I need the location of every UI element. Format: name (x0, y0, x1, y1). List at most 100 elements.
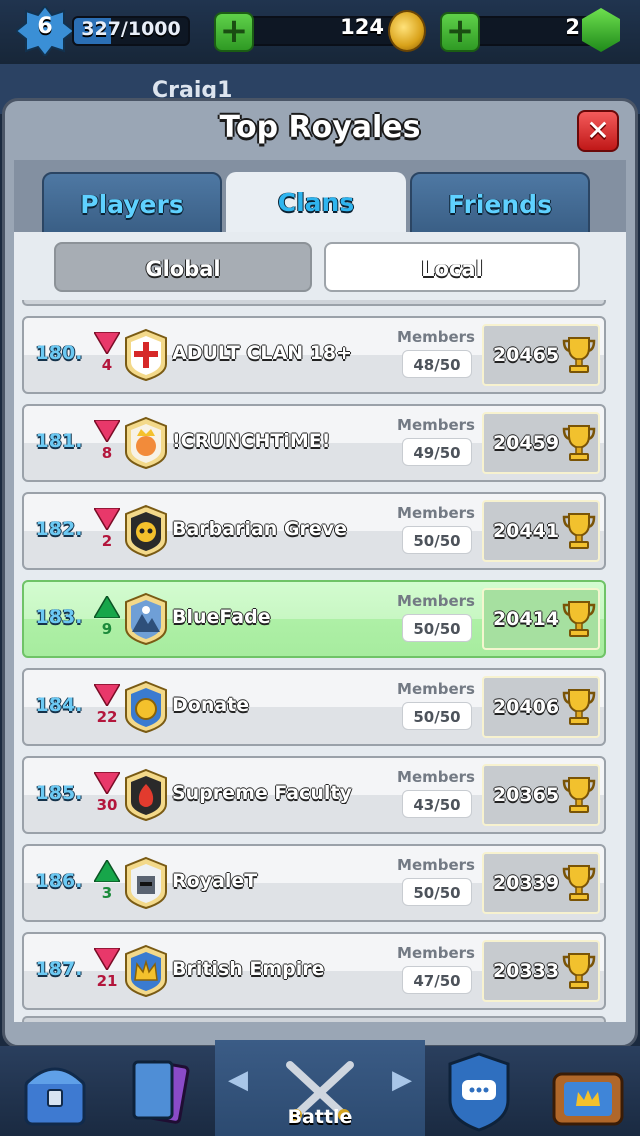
clan-trophy-box: 20406 (482, 676, 600, 738)
clan-trophies: 20459 (492, 432, 560, 454)
clan-trophy-box: 20459 (482, 412, 600, 474)
rank-down-arrow-icon (94, 772, 120, 794)
rank-down-arrow-icon (94, 684, 120, 706)
trophy-icon (562, 865, 596, 901)
clan-name: RoyaleT (172, 870, 258, 892)
local-toggle[interactable]: Local (324, 242, 580, 292)
skull-badge-icon (125, 504, 167, 558)
rank-change: 4 (101, 356, 113, 374)
mountain-badge-icon (125, 592, 167, 646)
clan-trophies: 20414 (492, 608, 560, 630)
king-face-badge-icon (125, 416, 167, 470)
cards-icon[interactable] (124, 1050, 194, 1134)
clan-row[interactable]: 186. 3 RoyaleT Members 50/50 20339 (22, 844, 606, 922)
members-label: Members (397, 768, 475, 786)
members-count: 48/50 (402, 350, 472, 378)
clan-trophies: 20333 (492, 960, 560, 982)
clan-trophies: 20465 (492, 344, 560, 366)
clan-row[interactable]: 185. 30 Supreme Faculty Members 43/50 20… (22, 756, 606, 834)
trophy-icon (562, 689, 596, 725)
level-number: 6 (37, 14, 53, 39)
clan-trophies: 20406 (492, 696, 560, 718)
previous-row-edge (22, 300, 606, 306)
tab-players[interactable]: Players (42, 172, 222, 234)
buy-gems-button[interactable]: + (440, 12, 480, 52)
trophy-icon (562, 425, 596, 461)
rank-change: 8 (101, 444, 113, 462)
clan-rank: 182. (35, 518, 83, 540)
xp-text: 327/1000 (81, 18, 181, 40)
clan-rank: 186. (35, 870, 83, 892)
members-count: 50/50 (402, 526, 472, 554)
clan-chat-icon[interactable] (446, 1050, 512, 1134)
rank-down-arrow-icon (94, 948, 120, 970)
rank-change: 21 (96, 972, 118, 990)
nav-prev-arrow[interactable]: ◀ (228, 1066, 248, 1094)
close-button[interactable]: ✕ (577, 110, 619, 152)
clan-trophy-box: 20333 (482, 940, 600, 1002)
clan-rank: 185. (35, 782, 83, 804)
clan-trophies: 20339 (492, 872, 560, 894)
clan-rank: 187. (35, 958, 83, 980)
members-label: Members (397, 944, 475, 962)
battle-label: Battle (287, 1106, 353, 1128)
rank-change: 30 (96, 796, 118, 814)
flame-badge-icon (125, 768, 167, 822)
rank-down-arrow-icon (94, 332, 120, 354)
rank-up-arrow-icon (94, 860, 120, 882)
rank-change: 22 (96, 708, 118, 726)
clan-name: BlueFade (172, 606, 271, 628)
tab-clans[interactable]: Clans (226, 172, 406, 236)
clan-row[interactable]: 187. 21 British Empire Members 47/50 203… (22, 932, 606, 1010)
global-toggle[interactable]: Global (54, 242, 312, 292)
buy-gold-button[interactable]: + (214, 12, 254, 52)
trophy-icon (562, 337, 596, 373)
clan-rank: 184. (35, 694, 83, 716)
clan-row[interactable]: 182. 2 Barbarian Greve Members 50/50 204… (22, 492, 606, 570)
clan-name: Supreme Faculty (172, 782, 352, 804)
clan-leaderboard-list[interactable]: 180. 4 ADULT CLAN 18+ Members 48/50 2046… (14, 300, 626, 1022)
clan-name: ADULT CLAN 18+ (172, 342, 353, 364)
trophy-icon (562, 601, 596, 637)
members-count: 50/50 (402, 702, 472, 730)
clan-rank: 181. (35, 430, 83, 452)
nav-next-arrow[interactable]: ▶ (392, 1066, 412, 1094)
rank-up-arrow-icon (94, 596, 120, 618)
clan-name: British Empire (172, 958, 325, 980)
gem-amount: 2 (565, 15, 580, 39)
clan-row[interactable]: 180. 4 ADULT CLAN 18+ Members 48/50 2046… (22, 316, 606, 394)
rank-down-arrow-icon (94, 508, 120, 530)
gold-coin-badge-icon (125, 680, 167, 734)
clan-trophies: 20441 (492, 520, 560, 542)
red-cross-badge-icon (125, 328, 167, 382)
members-label: Members (397, 856, 475, 874)
trophy-icon (562, 513, 596, 549)
members-count: 47/50 (402, 966, 472, 994)
clan-row[interactable]: 184. 22 Donate Members 50/50 20406 (22, 668, 606, 746)
clan-trophy-box: 20339 (482, 852, 600, 914)
members-count: 43/50 (402, 790, 472, 818)
members-count: 49/50 (402, 438, 472, 466)
members-label: Members (397, 416, 475, 434)
clan-trophy-box: 20414 (482, 588, 600, 650)
gold-coin-icon (388, 10, 426, 52)
next-row-edge (22, 1016, 606, 1022)
clan-name: Donate (172, 694, 250, 716)
rank-down-arrow-icon (94, 420, 120, 442)
clan-row[interactable]: 183. 9 BlueFade Members 50/50 20414 (22, 580, 606, 658)
rank-change: 2 (101, 532, 113, 550)
tv-royale-icon[interactable] (550, 1050, 626, 1134)
chest-icon[interactable] (20, 1050, 90, 1134)
members-count: 50/50 (402, 614, 472, 642)
clan-row[interactable]: 181. 8 !CRUNCHTiME! Members 49/50 20459 (22, 404, 606, 482)
members-label: Members (397, 328, 475, 346)
members-label: Members (397, 592, 475, 610)
members-count: 50/50 (402, 878, 472, 906)
rank-change: 9 (101, 620, 113, 638)
clan-trophies: 20365 (492, 784, 560, 806)
clan-trophy-box: 20441 (482, 500, 600, 562)
knight-helmet-badge-icon (125, 856, 167, 910)
rank-change: 3 (101, 884, 113, 902)
trophy-icon (562, 777, 596, 813)
tab-friends[interactable]: Friends (410, 172, 590, 234)
